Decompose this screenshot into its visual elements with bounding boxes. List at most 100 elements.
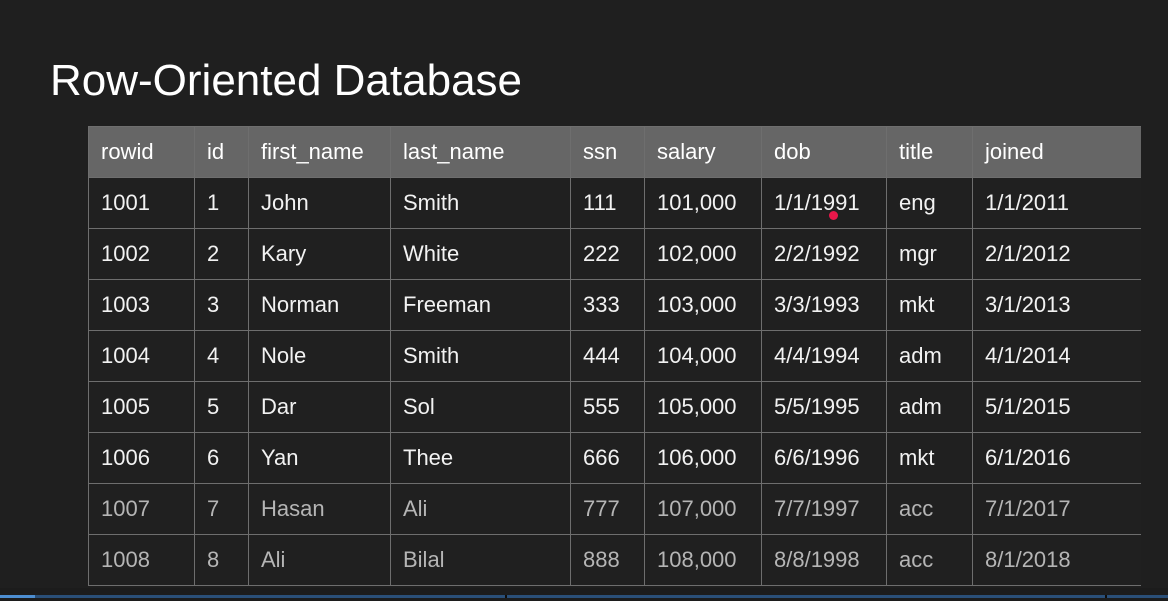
cell-dob: 3/3/1993 [761, 279, 887, 331]
cell-salary: 104,000 [644, 330, 762, 382]
header-title: title [886, 126, 973, 178]
header-id: id [194, 126, 249, 178]
cell-rowid: 1001 [88, 177, 195, 229]
cell-rowid: 1007 [88, 483, 195, 535]
cell-ssn: 444 [570, 330, 645, 382]
cell-last-name: Ali [390, 483, 571, 535]
cell-joined: 5/1/2015 [972, 381, 1141, 433]
progress-track-line [0, 595, 1168, 598]
cell-last-name: White [390, 228, 571, 280]
cell-ssn: 333 [570, 279, 645, 331]
cell-ssn: 888 [570, 534, 645, 586]
cell-id: 1 [194, 177, 249, 229]
cell-id: 4 [194, 330, 249, 382]
cell-rowid: 1003 [88, 279, 195, 331]
table-header: rowid id first_name last_name ssn salary… [88, 126, 1141, 178]
cell-last-name: Smith [390, 177, 571, 229]
cell-first-name: Ali [248, 534, 391, 586]
cell-title: mgr [886, 228, 973, 280]
laser-pointer-dot [829, 211, 838, 220]
cell-joined: 7/1/2017 [972, 483, 1141, 535]
table-row: 1006 6 Yan Thee 666 106,000 6/6/1996 mkt… [88, 432, 1141, 484]
table-row: 1005 5 Dar Sol 555 105,000 5/5/1995 adm … [88, 381, 1141, 433]
cell-salary: 101,000 [644, 177, 762, 229]
table-row: 1008 8 Ali Bilal 888 108,000 8/8/1998 ac… [88, 534, 1141, 586]
table-row: 1003 3 Norman Freeman 333 103,000 3/3/19… [88, 279, 1141, 331]
cell-last-name: Thee [390, 432, 571, 484]
table-container: rowid id first_name last_name ssn salary… [88, 126, 1141, 588]
cell-rowid: 1004 [88, 330, 195, 382]
cell-first-name: Hasan [248, 483, 391, 535]
chapter-marker [505, 595, 507, 598]
cell-first-name: John [248, 177, 391, 229]
header-last-name: last_name [390, 126, 571, 178]
cell-first-name: Kary [248, 228, 391, 280]
cell-first-name: Yan [248, 432, 391, 484]
table-row: 1004 4 Nole Smith 444 104,000 4/4/1994 a… [88, 330, 1141, 382]
cell-joined: 4/1/2014 [972, 330, 1141, 382]
cell-joined: 2/1/2012 [972, 228, 1141, 280]
header-row: rowid id first_name last_name ssn salary… [88, 126, 1141, 178]
chapter-marker [1105, 595, 1107, 598]
cell-ssn: 777 [570, 483, 645, 535]
header-rowid: rowid [88, 126, 195, 178]
cell-first-name: Dar [248, 381, 391, 433]
cell-id: 8 [194, 534, 249, 586]
cell-title: eng [886, 177, 973, 229]
cell-title: adm [886, 330, 973, 382]
table-row: 1002 2 Kary White 222 102,000 2/2/1992 m… [88, 228, 1141, 280]
cell-salary: 108,000 [644, 534, 762, 586]
cell-dob: 1/1/1991 [761, 177, 887, 229]
progress-played [0, 595, 36, 598]
cell-rowid: 1006 [88, 432, 195, 484]
table-row: 1001 1 John Smith 111 101,000 1/1/1991 e… [88, 177, 1141, 229]
cell-title: mkt [886, 279, 973, 331]
cell-joined: 3/1/2013 [972, 279, 1141, 331]
cell-ssn: 111 [570, 177, 645, 229]
cell-dob: 7/7/1997 [761, 483, 887, 535]
cell-last-name: Bilal [390, 534, 571, 586]
cell-dob: 5/5/1995 [761, 381, 887, 433]
cell-dob: 4/4/1994 [761, 330, 887, 382]
cell-id: 6 [194, 432, 249, 484]
cell-salary: 107,000 [644, 483, 762, 535]
cell-joined: 8/1/2018 [972, 534, 1141, 586]
cell-id: 3 [194, 279, 249, 331]
video-progress-bar[interactable] [0, 588, 1168, 601]
table-row: 1007 7 Hasan Ali 777 107,000 7/7/1997 ac… [88, 483, 1141, 535]
cell-last-name: Smith [390, 330, 571, 382]
cell-ssn: 222 [570, 228, 645, 280]
cell-title: acc [886, 534, 973, 586]
cell-salary: 106,000 [644, 432, 762, 484]
cell-rowid: 1005 [88, 381, 195, 433]
video-frame: Row-Oriented Database rowid id first_nam… [0, 0, 1168, 601]
slide-title: Row-Oriented Database [50, 56, 523, 105]
cell-rowid: 1002 [88, 228, 195, 280]
cell-dob: 6/6/1996 [761, 432, 887, 484]
cell-dob: 8/8/1998 [761, 534, 887, 586]
cell-rowid: 1008 [88, 534, 195, 586]
cell-salary: 103,000 [644, 279, 762, 331]
cell-title: mkt [886, 432, 973, 484]
cell-salary: 105,000 [644, 381, 762, 433]
cell-dob: 2/2/1992 [761, 228, 887, 280]
cell-title: acc [886, 483, 973, 535]
cell-last-name: Freeman [390, 279, 571, 331]
cell-ssn: 555 [570, 381, 645, 433]
header-first-name: first_name [248, 126, 391, 178]
cell-salary: 102,000 [644, 228, 762, 280]
table-body: 1001 1 John Smith 111 101,000 1/1/1991 e… [88, 177, 1141, 586]
header-joined: joined [972, 126, 1141, 178]
cell-last-name: Sol [390, 381, 571, 433]
cell-id: 2 [194, 228, 249, 280]
cell-title: adm [886, 381, 973, 433]
cell-first-name: Nole [248, 330, 391, 382]
row-oriented-table: rowid id first_name last_name ssn salary… [88, 126, 1141, 586]
header-ssn: ssn [570, 126, 645, 178]
header-dob: dob [761, 126, 887, 178]
cell-first-name: Norman [248, 279, 391, 331]
cell-id: 7 [194, 483, 249, 535]
cell-ssn: 666 [570, 432, 645, 484]
cell-joined: 6/1/2016 [972, 432, 1141, 484]
cell-joined: 1/1/2011 [972, 177, 1141, 229]
